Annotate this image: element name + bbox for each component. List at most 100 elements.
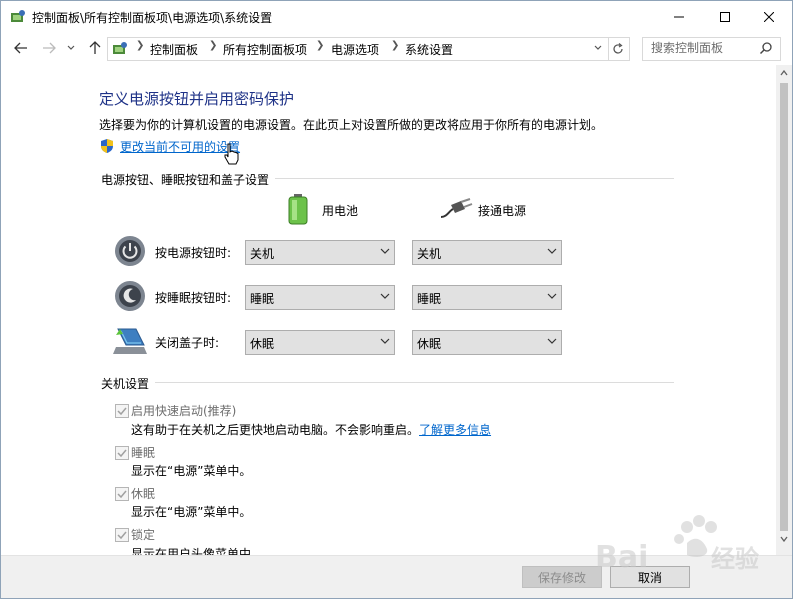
chevron-down-icon [67,45,75,50]
chevron-down-icon [547,293,557,299]
power-plug-icon [440,198,473,218]
svg-text:经验: 经验 [711,545,759,573]
battery-column-header: 用电池 [322,204,359,218]
checkmark-icon [117,490,127,499]
control-panel-icon [113,42,127,54]
title-bar: 控制面板\所有控制面板项\电源选项\系统设置 [1,1,792,32]
fast-startup-description: 这有助于在关机之后更快地启动电脑。不会影响重启。了解更多信息 [131,423,492,437]
control-panel-icon [11,10,25,22]
close-icon [764,11,774,22]
chevron-down-icon [547,248,557,254]
close-lid-plugged-select[interactable]: 休眠 [412,330,562,355]
sleep-label: 睡眠 [131,446,156,460]
forward-button[interactable] [39,38,59,58]
selected-value: 休眠 [250,337,275,351]
power-button-plugged-select[interactable]: 关机 [412,240,562,265]
chevron-down-icon [380,248,390,254]
chevron-right-icon: ❯ [136,40,145,51]
fast-startup-label: 启用快速启动(推荐) [131,404,237,418]
change-unavailable-settings-link[interactable]: 更改当前不可用的设置 [120,138,240,155]
lock-description: 显示在用户头像菜单中。 [131,547,264,555]
chevron-down-icon [547,338,557,344]
up-button[interactable] [85,38,105,58]
baidu-watermark-logo: Bai 经验 [595,515,759,575]
minimize-icon [674,16,684,17]
hand-cursor-icon [224,143,239,165]
address-dropdown-button[interactable] [591,37,605,59]
search-icon[interactable] [759,41,773,55]
checkmark-icon [117,449,127,458]
plugged-in-column-header: 接通电源 [478,204,527,218]
refresh-icon [613,43,623,54]
settings-window: 控制面板\所有控制面板项\电源选项\系统设置 ❯ 控制面板 ❯ 所有控制面板项 … [0,0,793,599]
breadcrumb-control-panel[interactable]: 控制面板 [150,41,198,58]
selected-value: 关机 [417,247,442,261]
power-buttons-section-title: 电源按钮、睡眠按钮和盖子设置 [101,171,276,188]
power-button-icon [115,236,145,266]
breadcrumb-all-items[interactable]: 所有控制面板项 [223,41,307,58]
uac-shield-icon [101,139,113,153]
navigation-bar: ❯ 控制面板 ❯ 所有控制面板项 ❯ 电源选项 ❯ 系统设置 [1,32,792,64]
power-button-battery-select[interactable]: 关机 [245,240,395,265]
save-changes-button[interactable]: 保存修改 [522,566,602,588]
selected-value: 休眠 [417,337,442,351]
window-title: 控制面板\所有控制面板项\电源选项\系统设置 [32,11,273,25]
page-description: 选择要为你的计算机设置的电源设置。在此页上对设置所做的更改将应用于你所有的电源计… [99,118,604,132]
close-lid-label: 关闭盖子时: [155,336,220,350]
hibernate-checkbox[interactable] [115,487,129,501]
hibernate-label: 休眠 [131,487,156,501]
sleep-checkbox[interactable] [115,446,129,460]
arrow-left-icon [14,42,27,54]
chevron-right-icon[interactable]: ❯ [391,40,399,51]
close-button[interactable] [746,1,792,32]
refresh-button[interactable] [607,37,630,61]
maximize-icon [720,11,730,22]
scroll-down-button[interactable] [776,531,792,547]
vertical-scrollbar[interactable] [776,65,792,555]
sleep-description: 显示在“电源”菜单中。 [131,464,252,478]
chevron-down-icon [780,536,788,542]
chevron-right-icon[interactable]: ❯ [209,40,217,51]
chevron-down-icon [380,338,390,344]
learn-more-link[interactable]: 了解更多信息 [419,423,491,437]
breadcrumb-system-settings[interactable]: 系统设置 [405,41,453,58]
minimize-button[interactable] [656,1,702,32]
address-bar[interactable]: ❯ 控制面板 ❯ 所有控制面板项 ❯ 电源选项 ❯ 系统设置 [107,37,609,61]
arrow-right-icon [43,42,56,54]
back-button[interactable] [11,38,31,58]
laptop-lid-icon [113,328,147,354]
maximize-button[interactable] [702,1,748,32]
sleep-button-battery-select[interactable]: 睡眠 [245,285,395,310]
lock-checkbox[interactable] [115,528,129,542]
chevron-right-icon[interactable]: ❯ [316,40,324,51]
battery-icon [288,194,308,225]
breadcrumb-power-options[interactable]: 电源选项 [331,41,379,58]
selected-value: 睡眠 [417,292,442,306]
chevron-down-icon [594,45,602,50]
main-content: 定义电源按钮并启用密码保护 选择要为你的计算机设置的电源设置。在此页上对设置所做… [1,65,776,555]
scroll-thumb[interactable] [780,83,788,531]
arrow-up-icon [89,41,101,54]
page-title: 定义电源按钮并启用密码保护 [99,90,295,108]
shutdown-section-title: 关机设置 [101,375,156,392]
sleep-button-icon [115,281,145,311]
selected-value: 睡眠 [250,292,275,306]
chevron-down-icon [380,293,390,299]
checkmark-icon [117,407,127,416]
scroll-up-button[interactable] [776,65,792,81]
sleep-button-label: 按睡眠按钮时: [155,291,232,305]
checkmark-icon [117,531,127,540]
selected-value: 关机 [250,247,275,261]
close-lid-battery-select[interactable]: 休眠 [245,330,395,355]
fast-startup-checkbox[interactable] [115,404,129,418]
divider [101,382,674,383]
lock-label: 锁定 [131,528,156,542]
search-input[interactable] [643,38,761,58]
sleep-button-plugged-select[interactable]: 睡眠 [412,285,562,310]
power-button-label: 按电源按钮时: [155,246,232,260]
chevron-up-icon [780,70,788,76]
recent-locations-button[interactable] [64,38,78,58]
search-box [642,37,781,61]
hibernate-description: 显示在“电源”菜单中。 [131,505,252,519]
svg-text:Bai: Bai [595,540,648,575]
